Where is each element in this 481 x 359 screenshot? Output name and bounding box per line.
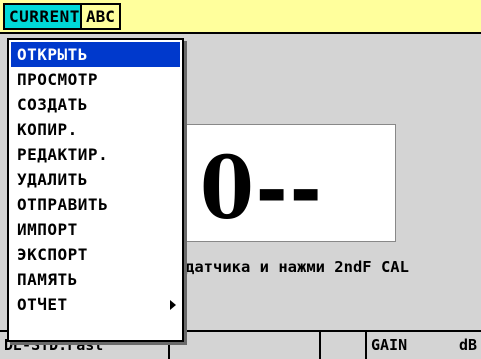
menu-item-label: РЕДАКТИР. <box>17 145 109 164</box>
menu-item-edit[interactable]: РЕДАКТИР. <box>11 142 180 167</box>
title-bar: CURRENT ABC <box>0 0 481 34</box>
menu-item-label: ЭКСПОРТ <box>17 245 88 264</box>
menu-item-copy[interactable]: КОПИР. <box>11 117 180 142</box>
menu-item-label: ПАМЯТЬ <box>17 270 78 289</box>
menu-item-label: ИМПОРТ <box>17 220 78 239</box>
menu-item-create[interactable]: СОЗДАТЬ <box>11 92 180 117</box>
menu-item-open[interactable]: ОТКРЫТЬ <box>11 42 180 67</box>
gain-label: GAIN <box>371 336 408 354</box>
gain-unit: dB <box>458 336 477 354</box>
menu-item-review[interactable]: ПРОСМОТР <box>11 67 180 92</box>
menu-item-label: ПРОСМОТР <box>17 70 99 89</box>
submenu-arrow-icon <box>170 300 176 310</box>
menu-item-label: УДАЛИТЬ <box>17 170 88 189</box>
status-cell-empty <box>168 332 319 359</box>
menu-item-label: СОЗДАТЬ <box>17 95 88 114</box>
menu-item-label: ОТКРЫТЬ <box>17 45 88 64</box>
instruction-message: датчика и нажми 2ndF CAL <box>185 258 409 276</box>
file-name[interactable]: ABC <box>80 3 121 30</box>
menu-item-label: ОТПРАВИТЬ <box>17 195 109 214</box>
file-menu: ОТКРЫТЬ ПРОСМОТР СОЗДАТЬ КОПИР. РЕДАКТИР… <box>7 38 184 342</box>
menu-item-memory[interactable]: ПАМЯТЬ <box>11 267 180 292</box>
menu-item-import[interactable]: ИМПОРТ <box>11 217 180 242</box>
thickness-reading: 0-- <box>200 138 324 239</box>
menu-item-report[interactable]: ОТЧЕТ <box>11 292 180 317</box>
menu-item-send[interactable]: ОТПРАВИТЬ <box>11 192 180 217</box>
gain-indicator: GAIN dB <box>365 332 481 359</box>
menu-item-delete[interactable]: УДАЛИТЬ <box>11 167 180 192</box>
menu-item-label: КОПИР. <box>17 120 78 139</box>
mode-label: CURRENT <box>3 3 86 30</box>
menu-item-export[interactable]: ЭКСПОРТ <box>11 242 180 267</box>
status-cell-empty <box>319 332 365 359</box>
menu-item-label: ОТЧЕТ <box>17 295 68 314</box>
